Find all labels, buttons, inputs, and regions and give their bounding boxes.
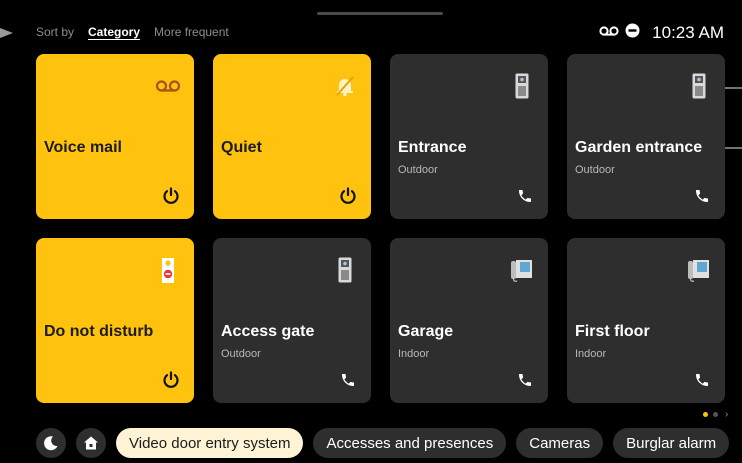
- tile-title: Do not disturb: [44, 323, 154, 340]
- tile-voice-mail[interactable]: Voice mail: [36, 54, 194, 219]
- moon-icon[interactable]: [36, 428, 66, 458]
- power-icon[interactable]: [160, 185, 182, 207]
- tile-quiet[interactable]: Quiet: [213, 54, 371, 219]
- chip-accesses-presences[interactable]: Accesses and presences: [313, 428, 507, 458]
- sort-option-frequent[interactable]: More frequent: [154, 25, 229, 39]
- phone-icon[interactable]: [691, 369, 713, 391]
- door-panel-icon: [508, 72, 536, 100]
- tile-do-not-disturb[interactable]: Do not disturb: [36, 238, 194, 403]
- tile-entrance[interactable]: Entrance Outdoor: [390, 54, 548, 219]
- tile-access-gate[interactable]: Access gate Outdoor: [213, 238, 371, 403]
- drawer-handle[interactable]: [317, 12, 443, 15]
- chip-video-door-entry[interactable]: Video door entry system: [116, 428, 304, 458]
- intercom-icon: [685, 256, 713, 284]
- status-bar: 10:23 AM: [599, 23, 724, 43]
- category-bar: Video door entry system Accesses and pre…: [36, 427, 730, 459]
- clock: 10:23 AM: [652, 23, 724, 42]
- tile-title: Garage: [398, 323, 454, 340]
- page-dot-active: [703, 412, 708, 417]
- door-hanger-icon: [154, 256, 182, 284]
- do-not-disturb-icon: [625, 23, 640, 43]
- power-icon[interactable]: [337, 185, 359, 207]
- sort-label: Sort by: [36, 25, 75, 39]
- door-panel-icon: [685, 72, 713, 100]
- phone-icon[interactable]: [514, 369, 536, 391]
- tile-title: Entrance: [398, 139, 467, 156]
- sort-option-category[interactable]: Category: [88, 25, 140, 39]
- tile-garage[interactable]: Garage Indoor: [390, 238, 548, 403]
- tile-title: First floor: [575, 323, 650, 340]
- chevron-right-icon[interactable]: ›: [725, 409, 728, 420]
- page-indicator: ›: [703, 409, 728, 420]
- voicemail-icon: [154, 72, 182, 100]
- page-dot: [713, 412, 718, 417]
- intercom-icon: [508, 256, 536, 284]
- phone-icon[interactable]: [337, 369, 359, 391]
- tile-first-floor[interactable]: First floor Indoor: [567, 238, 725, 403]
- tile-title: Access gate: [221, 323, 315, 340]
- tile-title: Garden entrance: [575, 139, 703, 156]
- door-panel-icon: [331, 256, 359, 284]
- tile-subtitle: Outdoor: [221, 348, 261, 360]
- sort-bar: Sort by Category More frequent: [36, 25, 229, 39]
- chip-burglar-alarm[interactable]: Burglar alarm: [613, 428, 730, 458]
- tile-title: Quiet: [221, 139, 262, 156]
- phone-icon[interactable]: [691, 185, 713, 207]
- chip-cameras[interactable]: Cameras: [516, 428, 604, 458]
- tile-subtitle: Indoor: [575, 348, 607, 360]
- bell-off-icon: [331, 72, 359, 100]
- tile-subtitle: Indoor: [398, 348, 430, 360]
- home-icon[interactable]: [76, 428, 106, 458]
- tile-title: Voice mail: [44, 139, 122, 156]
- phone-icon[interactable]: [514, 185, 536, 207]
- tile-garden-entrance[interactable]: Garden entrance Outdoor: [567, 54, 725, 219]
- tile-subtitle: Outdoor: [398, 164, 438, 176]
- power-icon[interactable]: [160, 369, 182, 391]
- tile-subtitle: Outdoor: [575, 164, 615, 176]
- annotation-arrow-left: [0, 28, 13, 38]
- voicemail-icon: [599, 24, 619, 42]
